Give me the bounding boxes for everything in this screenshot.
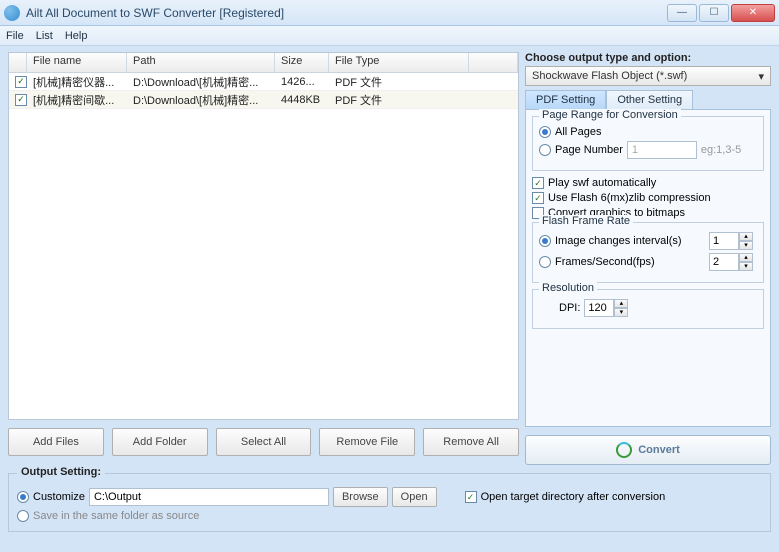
row-checkbox[interactable]: ✓ — [15, 76, 27, 88]
spin-down-icon[interactable]: ▾ — [739, 241, 753, 250]
output-setting-label: Output Setting: — [17, 466, 105, 478]
cell-filename: [机械]精密仪器... — [27, 74, 127, 90]
dpi-label: DPI: — [559, 302, 580, 314]
row-checkbox[interactable]: ✓ — [15, 94, 27, 106]
cell-type: PDF 文件 — [329, 92, 469, 108]
play-auto-checkbox[interactable] — [532, 177, 544, 189]
interval-radio[interactable] — [539, 235, 551, 247]
col-size[interactable]: Size — [275, 53, 329, 72]
all-pages-label: All Pages — [555, 126, 601, 138]
fps-label: Frames/Second(fps) — [555, 256, 705, 268]
remove-file-button[interactable]: Remove File — [319, 428, 415, 456]
same-folder-label: Save in the same folder as source — [33, 510, 199, 522]
table-row[interactable]: ✓ [机械]精密仪器... D:\Download\[机械]精密... 1426… — [9, 73, 518, 91]
cell-size: 4448KB — [275, 94, 329, 106]
file-table: File name Path Size File Type ✓ [机械]精密仪器… — [8, 52, 519, 420]
play-auto-label: Play swf automatically — [548, 177, 656, 189]
add-files-button[interactable]: Add Files — [8, 428, 104, 456]
fps-radio[interactable] — [539, 256, 551, 268]
same-folder-radio[interactable] — [17, 510, 29, 522]
open-target-label: Open target directory after conversion — [481, 491, 666, 503]
refresh-icon — [616, 442, 632, 458]
choose-output-label: Choose output type and option: — [525, 52, 771, 64]
window-title: Ailt All Document to SWF Converter [Regi… — [26, 6, 665, 20]
page-number-radio[interactable] — [539, 144, 551, 156]
page-number-hint: eg:1,3-5 — [701, 144, 741, 156]
customize-radio[interactable] — [17, 491, 29, 503]
col-check — [9, 53, 27, 72]
remove-all-button[interactable]: Remove All — [423, 428, 519, 456]
resolution-label: Resolution — [539, 282, 597, 294]
convert-button[interactable]: Convert — [525, 435, 771, 465]
col-extra — [469, 53, 518, 72]
select-all-button[interactable]: Select All — [216, 428, 312, 456]
menu-file[interactable]: File — [6, 30, 24, 42]
open-button[interactable]: Open — [392, 487, 437, 507]
maximize-button[interactable]: ☐ — [699, 4, 729, 22]
col-path[interactable]: Path — [127, 53, 275, 72]
fps-input[interactable] — [709, 253, 739, 271]
cell-size: 1426... — [275, 76, 329, 88]
spin-down-icon[interactable]: ▾ — [739, 262, 753, 271]
close-button[interactable]: ✕ — [731, 4, 775, 22]
interval-label: Image changes interval(s) — [555, 235, 705, 247]
output-path-input[interactable] — [89, 488, 329, 506]
col-filename[interactable]: File name — [27, 53, 127, 72]
col-filetype[interactable]: File Type — [329, 53, 469, 72]
table-row[interactable]: ✓ [机械]精密间歇... D:\Download\[机械]精密... 4448… — [9, 91, 518, 109]
cell-path: D:\Download\[机械]精密... — [127, 74, 275, 90]
output-type-value: Shockwave Flash Object (*.swf) — [532, 70, 687, 82]
customize-label: Customize — [33, 491, 85, 503]
tab-other-setting[interactable]: Other Setting — [606, 90, 693, 109]
title-bar: Ailt All Document to SWF Converter [Regi… — [0, 0, 779, 26]
all-pages-radio[interactable] — [539, 126, 551, 138]
minimize-button[interactable]: — — [667, 4, 697, 22]
spin-up-icon[interactable]: ▴ — [739, 253, 753, 262]
menu-list[interactable]: List — [36, 30, 53, 42]
zlib-label: Use Flash 6(mx)zlib compression — [548, 192, 711, 204]
chevron-down-icon: ▾ — [758, 70, 764, 83]
cell-path: D:\Download\[机械]精密... — [127, 92, 275, 108]
output-type-combo[interactable]: Shockwave Flash Object (*.swf) ▾ — [525, 66, 771, 86]
app-icon — [4, 5, 20, 21]
output-setting-group: Output Setting: Customize Browse Open Op… — [8, 473, 771, 532]
menu-help[interactable]: Help — [65, 30, 88, 42]
menu-bar: File List Help — [0, 26, 779, 46]
frame-rate-label: Flash Frame Rate — [539, 215, 633, 227]
interval-input[interactable] — [709, 232, 739, 250]
tab-pdf-setting[interactable]: PDF Setting — [525, 90, 606, 109]
add-folder-button[interactable]: Add Folder — [112, 428, 208, 456]
spin-up-icon[interactable]: ▴ — [739, 232, 753, 241]
browse-button[interactable]: Browse — [333, 487, 388, 507]
spin-down-icon[interactable]: ▾ — [614, 308, 628, 317]
convert-label: Convert — [638, 444, 680, 456]
dpi-input[interactable] — [584, 299, 614, 317]
page-number-input[interactable] — [627, 141, 697, 159]
cell-filename: [机械]精密间歇... — [27, 92, 127, 108]
open-target-checkbox[interactable] — [465, 491, 477, 503]
zlib-checkbox[interactable] — [532, 192, 544, 204]
cell-type: PDF 文件 — [329, 74, 469, 90]
page-number-label: Page Number — [555, 144, 623, 156]
page-range-label: Page Range for Conversion — [539, 109, 681, 121]
settings-panel: Page Range for Conversion All Pages Page… — [525, 109, 771, 427]
spin-up-icon[interactable]: ▴ — [614, 299, 628, 308]
